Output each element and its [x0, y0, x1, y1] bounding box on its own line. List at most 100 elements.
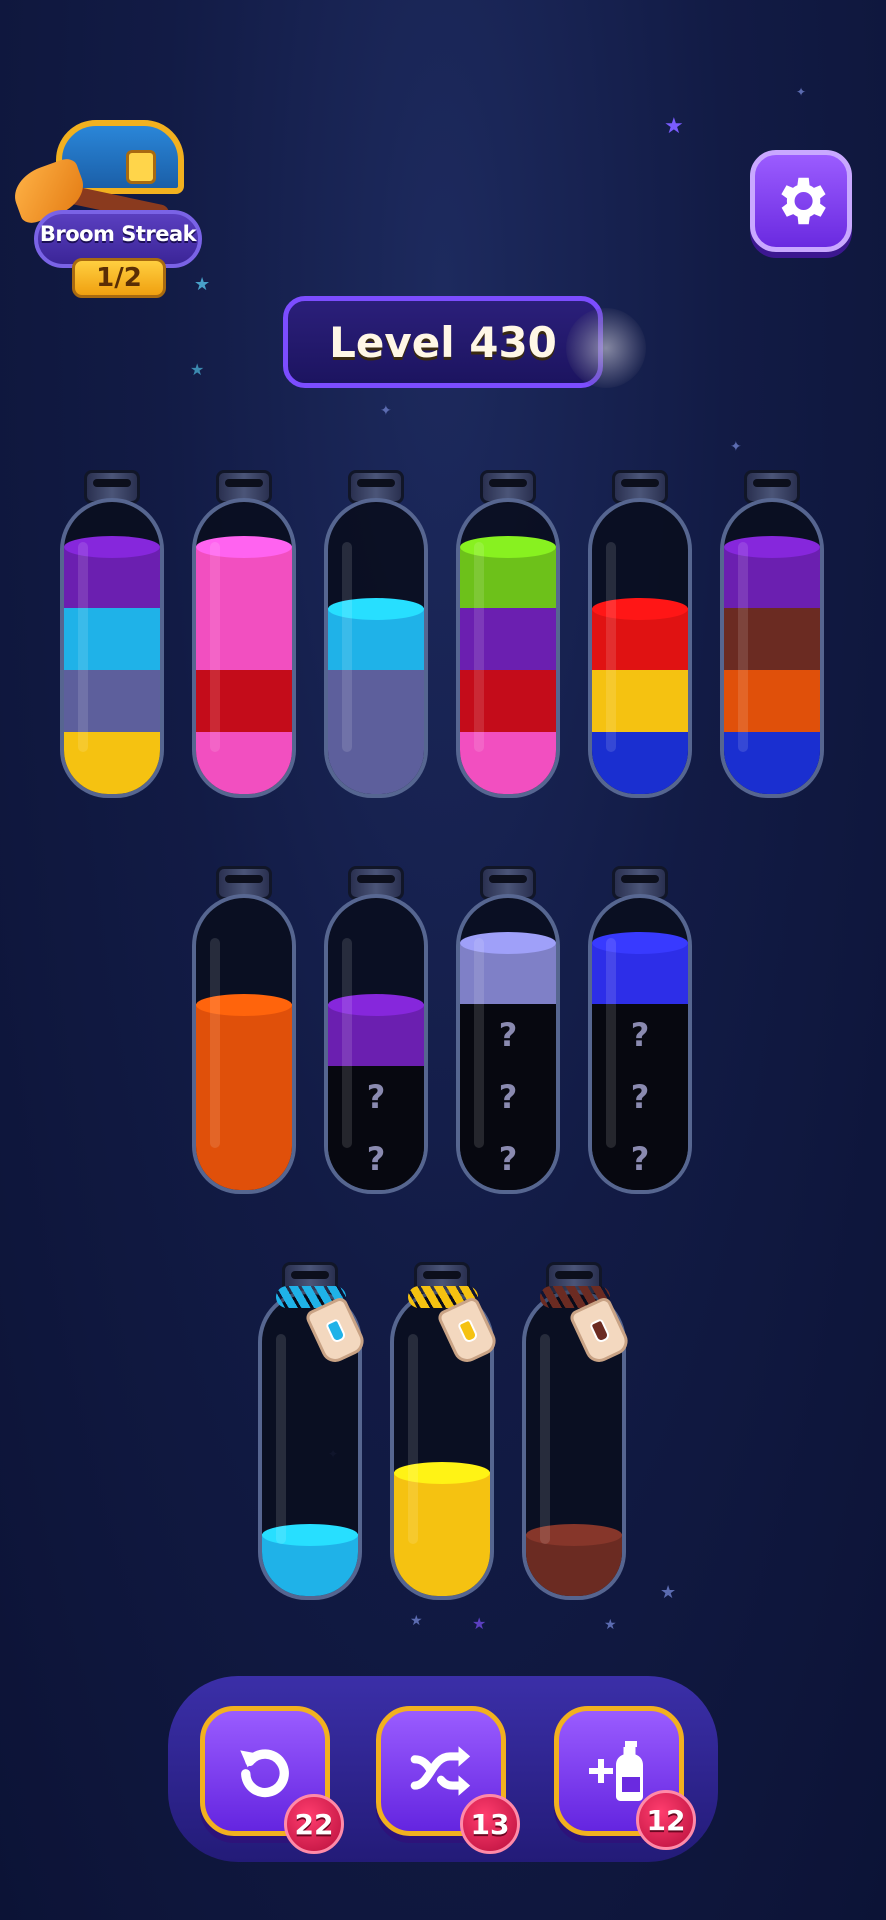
liquid-layer-purple [460, 608, 556, 670]
hidden-layer: ? [328, 1066, 424, 1128]
tube[interactable] [520, 1262, 633, 1602]
tube[interactable] [58, 470, 166, 800]
liquid-layer-blue [592, 732, 688, 794]
streak-progress: 1/2 [72, 258, 166, 298]
tube-glass: ?? [324, 894, 428, 1194]
hidden-layer: ? [328, 1128, 424, 1190]
bottle-icon [325, 1318, 347, 1344]
tube-liquid [196, 546, 292, 794]
tube-liquid [526, 1534, 622, 1596]
tube-liquid [328, 608, 424, 794]
tube-liquid [262, 1534, 358, 1596]
bottle-icon [457, 1318, 479, 1344]
liquid-layer-cyan [64, 608, 160, 670]
star-decoration: ★ [472, 1614, 487, 1633]
star-decoration: ★ [190, 360, 205, 379]
liquid-layer-purple [724, 546, 820, 608]
tube-glass: ??? [588, 894, 692, 1194]
liquid-layer-slate [328, 732, 424, 794]
hidden-layer: ? [592, 1004, 688, 1066]
tube-liquid [460, 546, 556, 794]
liquid-layer-royal [592, 942, 688, 1004]
settings-button[interactable] [750, 150, 852, 252]
liquid-layer-orange [196, 1066, 292, 1128]
star-decoration: ✦ [796, 85, 807, 99]
bottle-icon [589, 1318, 611, 1344]
hidden-layer: ? [460, 1128, 556, 1190]
tube[interactable]: ??? [586, 866, 694, 1196]
liquid-layer-red [196, 670, 292, 732]
liquid-layer-bright-red [592, 608, 688, 670]
star-decoration: ★ [664, 114, 684, 139]
tube-liquid: ??? [460, 942, 556, 1190]
add-tube-count-badge: 12 [636, 1790, 696, 1850]
liquid-layer-purple [64, 546, 160, 608]
liquid-layer-slate [64, 670, 160, 732]
tube-glass [192, 894, 296, 1194]
star-decoration: ★ [604, 1617, 617, 1633]
tube-liquid: ??? [592, 942, 688, 1190]
liquid-layer-cyan [262, 1534, 358, 1596]
tube-glass [720, 498, 824, 798]
tube[interactable] [256, 1262, 369, 1602]
liquid-layer-orange [196, 1004, 292, 1066]
liquid-layer-pink [196, 546, 292, 608]
tube-liquid [64, 546, 160, 794]
tube-glass [588, 498, 692, 798]
tube-liquid [592, 608, 688, 794]
hidden-layer: ? [460, 1004, 556, 1066]
star-decoration: ★ [410, 1613, 423, 1629]
liquid-layer-lavender [460, 942, 556, 1004]
undo-count-badge: 22 [284, 1794, 344, 1854]
liquid-layer-slate [328, 670, 424, 732]
liquid-layer-purple [328, 1004, 424, 1066]
level-indicator: Level 430 [283, 296, 603, 388]
liquid-layer-orange [196, 1128, 292, 1190]
tube-liquid [196, 1004, 292, 1190]
tube[interactable] [586, 470, 694, 800]
tube-glass: ??? [456, 894, 560, 1194]
liquid-layer-yellow [64, 732, 160, 794]
tube-glass [60, 498, 164, 798]
tube[interactable] [322, 470, 430, 800]
streak-title: Broom Streak [39, 222, 197, 246]
liquid-layer-cyan [328, 608, 424, 670]
shuffle-count-badge: 13 [460, 1794, 520, 1854]
gear-icon [781, 177, 826, 225]
liquid-layer-yellow [592, 670, 688, 732]
liquid-layer-yellow [394, 1472, 490, 1534]
liquid-layer-pink [460, 732, 556, 794]
tube-liquid [724, 546, 820, 794]
tube-glass [456, 498, 560, 798]
tube[interactable] [454, 470, 562, 800]
hidden-layer: ? [460, 1066, 556, 1128]
star-decoration: ✦ [380, 403, 392, 419]
undo-icon [240, 1749, 289, 1798]
lock-icon [126, 150, 156, 184]
liquid-layer-brown [526, 1534, 622, 1596]
liquid-layer-yellow [394, 1534, 490, 1596]
add-tube-icon [589, 1741, 643, 1801]
tube-glass [324, 498, 428, 798]
tube[interactable] [190, 866, 298, 1196]
liquid-layer-pink [196, 608, 292, 670]
liquid-layer-red [460, 670, 556, 732]
liquid-layer-green [460, 546, 556, 608]
tube[interactable]: ??? [454, 866, 562, 1196]
tube-glass [192, 498, 296, 798]
star-decoration: ★ [194, 274, 211, 295]
hidden-layer: ? [592, 1128, 688, 1190]
star-decoration: ★ [660, 1582, 677, 1603]
shuffle-icon [410, 1746, 471, 1796]
tube[interactable] [190, 470, 298, 800]
tube[interactable] [388, 1262, 501, 1602]
tube-liquid [394, 1472, 490, 1596]
hidden-layer: ? [592, 1066, 688, 1128]
level-title: Level 430 [329, 317, 557, 367]
liquid-layer-pink [196, 732, 292, 794]
tube[interactable] [718, 470, 826, 800]
touch-indicator [566, 308, 646, 388]
tube[interactable]: ?? [322, 866, 430, 1196]
liquid-layer-orange [724, 670, 820, 732]
tube-liquid: ?? [328, 1004, 424, 1190]
